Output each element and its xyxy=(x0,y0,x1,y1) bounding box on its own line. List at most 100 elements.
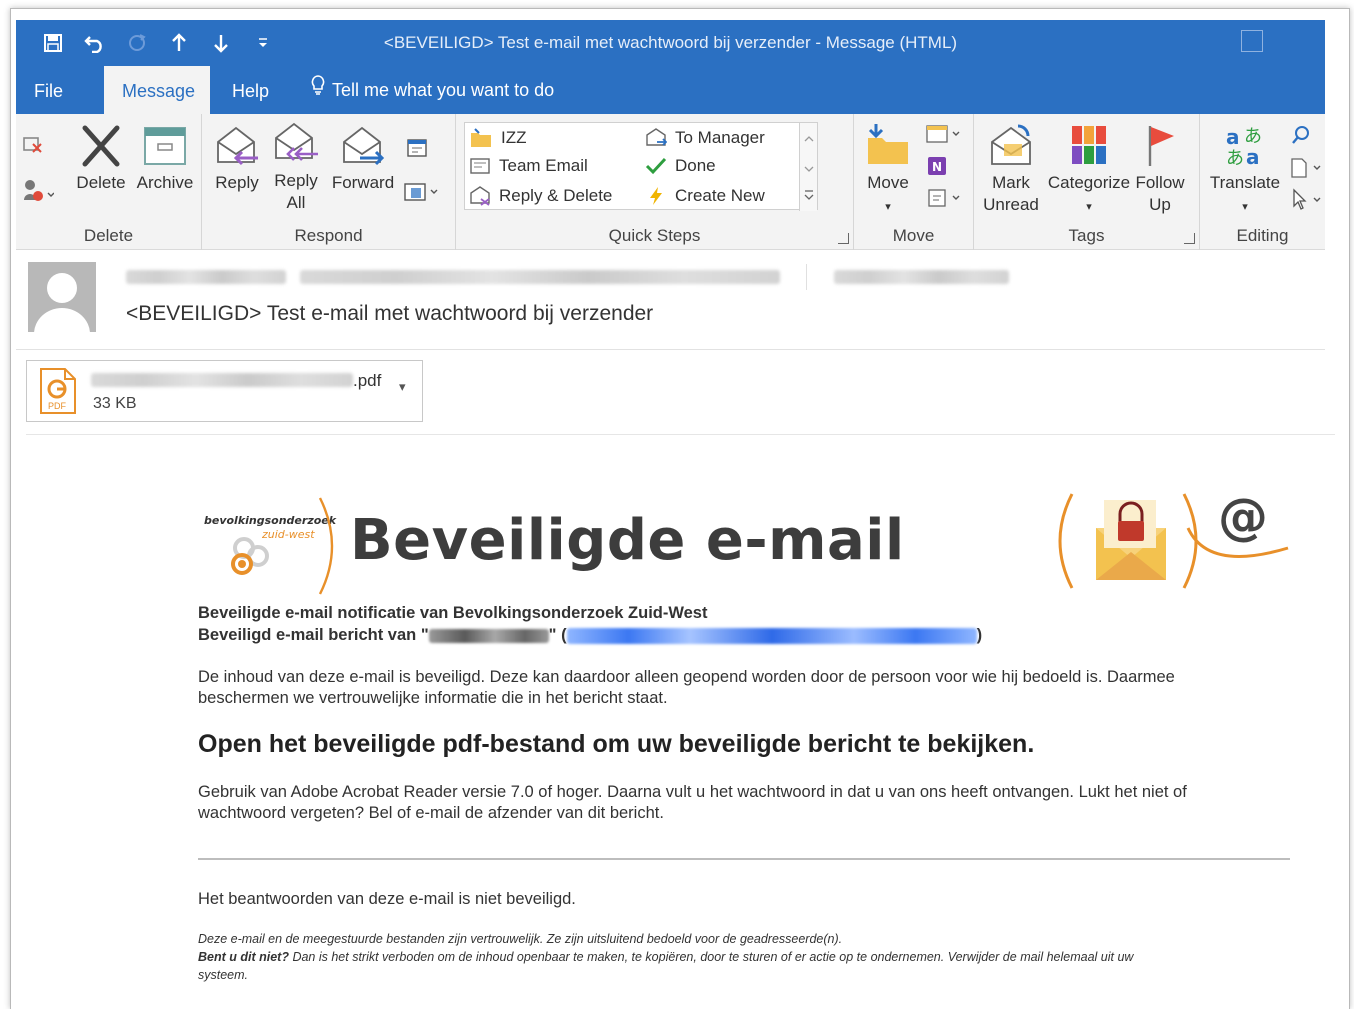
logo-circles-icon xyxy=(231,537,269,575)
follow-label-1: Follow xyxy=(1135,173,1185,192)
mark-unread-button[interactable]: Mark Unread xyxy=(978,122,1044,216)
move-folder-icon xyxy=(868,124,908,164)
archive-button[interactable]: Archive xyxy=(132,124,198,194)
mark-label-1: Mark xyxy=(992,173,1030,192)
sender-line-suffix: ) xyxy=(976,626,983,644)
archive-icon xyxy=(144,127,186,165)
lightning-icon xyxy=(650,187,662,205)
svg-text:N: N xyxy=(932,160,942,174)
quick-step-izz[interactable]: IZZ xyxy=(469,127,527,149)
sender-name-redacted[interactable] xyxy=(126,270,286,284)
svg-text:あ: あ xyxy=(1244,126,1262,147)
find-icon[interactable] xyxy=(1288,124,1314,152)
meeting-reply-icon[interactable] xyxy=(404,136,430,166)
reply-not-secure-note: Het beantwoorden van deze e-mail is niet… xyxy=(198,890,576,908)
svg-text:a: a xyxy=(1246,145,1260,168)
body-divider xyxy=(198,858,1290,860)
onenote-icon[interactable]: N xyxy=(924,154,950,184)
quick-steps-gallery: IZZ To Manager Team Email Done Reply & D… xyxy=(464,122,818,211)
flag-icon xyxy=(1148,126,1174,166)
banner-title: Beveiligde e-mail xyxy=(350,508,905,573)
group-editing: aああa Translate ▾ Editing xyxy=(1200,114,1325,250)
quick-steps-dialog-launcher[interactable] xyxy=(838,233,849,244)
lightbulb-icon xyxy=(310,65,326,115)
move-button[interactable]: Move ▾ xyxy=(860,122,916,218)
translate-dropdown-icon: ▾ xyxy=(1242,201,1248,213)
reply-all-label-1: Reply xyxy=(274,171,318,190)
header-divider xyxy=(806,264,807,290)
team-email-icon xyxy=(470,158,490,174)
sender-avatar[interactable] xyxy=(28,262,96,332)
intro-paragraph: De inhoud van deze e-mail is beveiligd. … xyxy=(198,667,1175,709)
reply-delete-icon xyxy=(470,186,490,206)
ribbon: Delete Archive Delete Reply Reply All Fo… xyxy=(16,114,1325,250)
follow-up-button[interactable]: Follow Up xyxy=(1132,122,1188,216)
sender-address-redacted[interactable] xyxy=(300,270,780,284)
quick-step-to-manager[interactable]: To Manager xyxy=(645,127,765,149)
quick-step-done[interactable]: Done xyxy=(645,156,716,176)
translate-label: Translate xyxy=(1209,173,1281,192)
move-dropdown-icon: ▾ xyxy=(885,201,891,213)
attachment-extension: .pdf xyxy=(353,371,382,390)
related-icon[interactable] xyxy=(1288,156,1324,186)
tab-message[interactable]: Message xyxy=(104,66,210,114)
checkmark-icon xyxy=(645,157,667,175)
sender-line-mid: " ( xyxy=(548,626,567,644)
forward-button[interactable]: Forward xyxy=(328,124,398,194)
window-title: <BEVEILIGD> Test e-mail met wachtwoord b… xyxy=(383,33,958,52)
logo-arc-icon xyxy=(318,497,334,595)
disclaimer-line2: Bent u dit niet? Dan is het strikt verbo… xyxy=(198,948,1298,966)
follow-label-2: Up xyxy=(1149,195,1171,214)
instructions-paragraph: Gebruik van Adobe Acrobat Reader versie … xyxy=(198,782,1187,824)
select-icon[interactable] xyxy=(1288,188,1324,218)
group-label-editing: Editing xyxy=(1236,226,1289,245)
disclaimer-bold: Bent u dit niet? xyxy=(198,950,289,964)
group-label-quick-steps: Quick Steps xyxy=(608,226,701,245)
intro-line2: beschermen we vertrouwelijke informatie … xyxy=(198,689,668,707)
at-sign: @ xyxy=(1218,488,1268,546)
tags-dialog-launcher[interactable] xyxy=(1184,233,1195,244)
reply-all-button[interactable]: Reply All xyxy=(268,120,324,214)
attachment-card[interactable]: PDF .pdf 33 KB ▾ xyxy=(26,360,423,422)
rules-icon[interactable] xyxy=(924,122,964,152)
ribbon-display-options-icon[interactable] xyxy=(1241,30,1263,52)
notification-line: Beveiligde e-mail notificatie van Bevolk… xyxy=(198,604,708,622)
actions-icon[interactable] xyxy=(924,186,964,216)
archive-label: Archive xyxy=(136,173,194,192)
ignore-icon[interactable] xyxy=(20,130,46,162)
more-respond-icon[interactable] xyxy=(402,180,442,210)
sender-email-link[interactable] xyxy=(566,627,977,644)
translate-button[interactable]: aああa Translate ▾ xyxy=(1204,122,1286,218)
cleanup-icon[interactable] xyxy=(20,178,56,210)
intro-line1: De inhoud van deze e-mail is beveiligd. … xyxy=(198,668,1175,686)
reply-icon xyxy=(217,126,258,166)
forward-icon xyxy=(343,126,385,166)
quick-step-reply-delete[interactable]: Reply & Delete xyxy=(469,185,612,207)
delete-label: Delete xyxy=(76,173,126,192)
tab-help[interactable]: Help xyxy=(214,66,287,114)
categorize-button[interactable]: Categorize ▾ xyxy=(1046,122,1132,218)
quick-step-team-email[interactable]: Team Email xyxy=(469,156,588,176)
instructions-line1: Gebruik van Adobe Acrobat Reader versie … xyxy=(198,783,1187,801)
folder-move-icon xyxy=(471,128,491,147)
delete-icon xyxy=(82,125,120,167)
translate-icon: a ああ a xyxy=(1226,125,1262,168)
quick-step-create-new[interactable]: Create New xyxy=(645,185,765,207)
mark-label-2: Unread xyxy=(983,195,1039,214)
quick-steps-scrollbar[interactable] xyxy=(799,123,817,211)
tell-me-search[interactable]: Tell me what you want to do xyxy=(292,66,572,114)
reply-all-label-2: All xyxy=(286,193,306,212)
mark-unread-icon xyxy=(991,124,1031,165)
pdf-label: PDF xyxy=(48,401,67,411)
group-tags: Mark Unread Categorize ▾ Follow Up Tags xyxy=(974,114,1200,250)
reply-button[interactable]: Reply xyxy=(210,124,264,194)
delete-button[interactable]: Delete xyxy=(68,124,134,194)
attachment-dropdown-icon[interactable]: ▾ xyxy=(399,379,406,395)
categorize-label: Categorize xyxy=(1047,173,1131,192)
mail-forward-icon xyxy=(646,128,667,146)
sender-line-prefix: Beveiligd e-mail bericht van " xyxy=(198,626,429,644)
group-label-respond: Respond xyxy=(294,226,363,245)
ribbon-tabs: File Message Help Tell me what you want … xyxy=(16,66,1325,114)
tab-file[interactable]: File xyxy=(16,66,81,114)
open-pdf-heading: Open het beveiligde pdf-bestand om uw be… xyxy=(198,730,1035,758)
